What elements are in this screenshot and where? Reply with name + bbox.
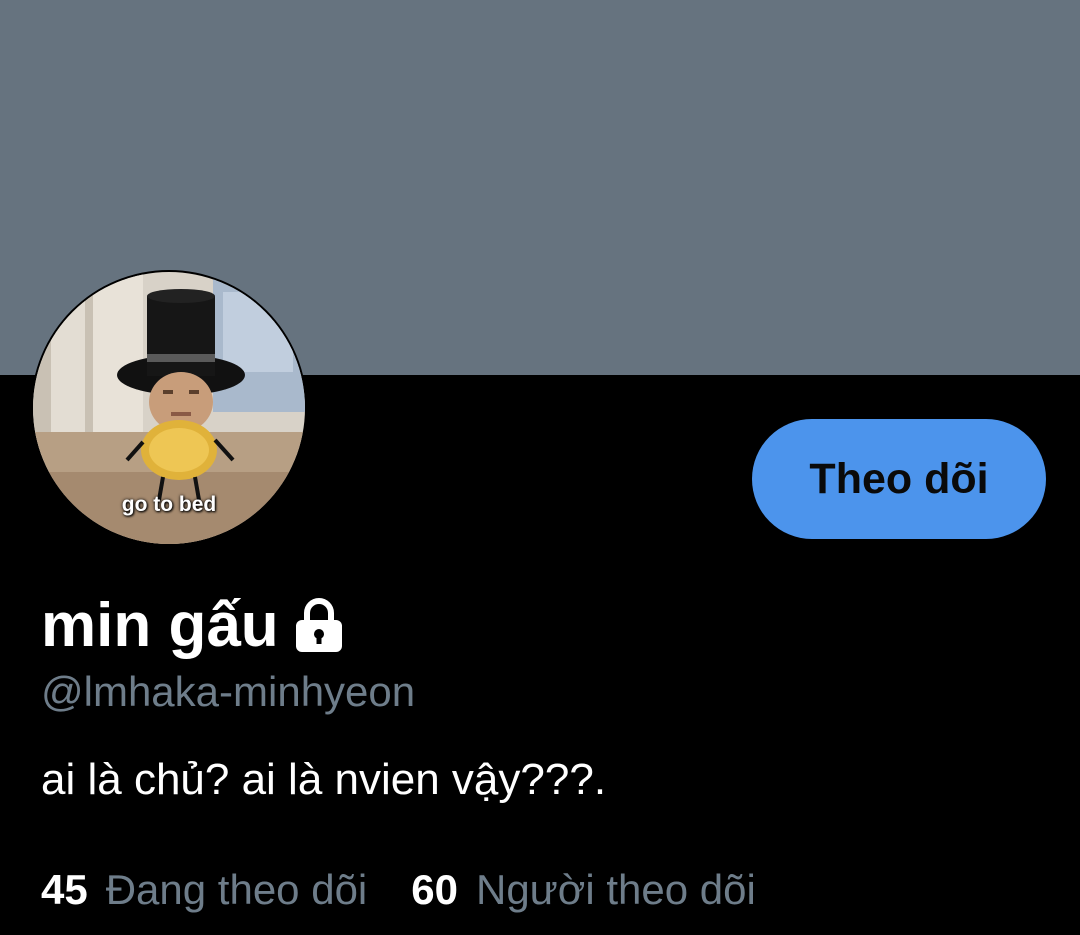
followers-label: Người theo dõi [475, 866, 756, 913]
display-name-row: min gấu [41, 588, 345, 663]
avatar-caption: go to bed [121, 493, 217, 516]
followers-count: 60 [411, 866, 458, 913]
profile-stats: 45 Đang theo dõi 60 Người theo dõi [41, 866, 756, 914]
profile-bio: ai là chủ? ai là nvien vậy???. [41, 755, 607, 804]
avatar[interactable]: go to bed [33, 272, 305, 544]
lock-icon [293, 597, 345, 654]
profile-handle: @lmhaka-minhyeon [41, 668, 416, 715]
following-label: Đang theo dõi [105, 866, 368, 913]
follow-button[interactable]: Theo dõi [752, 419, 1046, 539]
display-name: min gấu [41, 590, 279, 660]
following-stat[interactable]: 45 Đang theo dõi [41, 866, 367, 914]
followers-stat[interactable]: 60 Người theo dõi [411, 866, 756, 914]
following-count: 45 [41, 866, 88, 913]
